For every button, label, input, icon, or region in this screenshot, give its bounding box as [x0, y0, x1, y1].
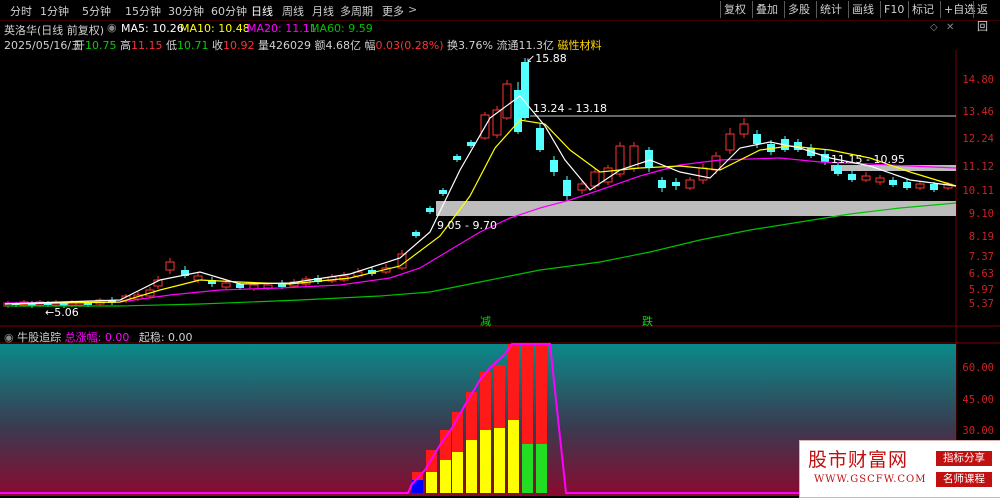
candle-body [698, 167, 708, 181]
candle-body [725, 133, 735, 151]
candle-body [889, 180, 897, 185]
total-gain-label: 总涨幅: [64, 331, 102, 344]
price-tick-label: 13.46 [962, 106, 994, 118]
candle-body [412, 232, 420, 236]
candle-body [439, 190, 447, 194]
indicator-bar-yellow [466, 440, 477, 493]
price-tick-label: 10.11 [962, 185, 994, 197]
mid-band-label: 11.15 - 10.95 [831, 153, 905, 166]
candle-body [193, 275, 203, 281]
candle-body [645, 150, 653, 168]
upper-band-label: 13.24 - 13.18 [533, 102, 607, 115]
indicator-header: ◉ 牛股追踪 总涨幅: 0.00 起稳: 0.00 [4, 329, 193, 345]
candle-body [753, 134, 761, 144]
candle-body [861, 175, 871, 181]
peak-price-value: 15.88 [535, 52, 567, 65]
indicator-bar-green [522, 444, 533, 493]
indicator-bar-red [522, 344, 533, 444]
candle-body [658, 180, 666, 188]
candle-body [521, 62, 529, 118]
kline-chart [0, 50, 1000, 496]
candle-body [711, 155, 721, 171]
candle-body [563, 180, 571, 196]
candle-body [263, 284, 273, 289]
indicator-tick-label: 45.00 [962, 394, 994, 406]
start-value: 0.00 [168, 331, 193, 344]
price-tick-label: 7.37 [968, 251, 994, 263]
start-label: 起稳: [138, 331, 165, 344]
candle-body [536, 128, 544, 150]
candle-body [685, 179, 695, 189]
indicator-bar-green [536, 444, 547, 493]
candle-body [848, 174, 856, 180]
indicator-tick-label: 60.00 [962, 362, 994, 374]
indicator-bar-yellow [452, 452, 463, 493]
indicator-tick-label: 30.00 [962, 425, 994, 437]
indicator-bar-red [440, 430, 451, 460]
price-tick-label: 6.63 [968, 268, 994, 280]
indicator-bar-yellow [480, 430, 491, 493]
candle-body [739, 123, 749, 135]
candle-body [915, 183, 925, 189]
watermark-tag-indicator[interactable]: 指标分享 [936, 451, 992, 466]
price-tick-label: 8.19 [968, 231, 994, 243]
price-tick-label: 11.12 [962, 161, 994, 173]
indicator-settings-icon[interactable]: ◉ [4, 331, 14, 344]
watermark-title: 股市财富网 [808, 449, 909, 471]
watermark-tag-course[interactable]: 名师课程 [936, 472, 992, 487]
candle-body [875, 177, 885, 183]
watermark-url: WWW.GSCFW.COM [814, 474, 927, 485]
indicator-bar-yellow [426, 472, 437, 493]
candle-body [834, 166, 842, 174]
candle-body [453, 156, 461, 160]
candle-body [930, 184, 938, 190]
indicator-bar-yellow [494, 428, 505, 493]
signal-fall: 跌 [642, 315, 653, 328]
candle-body [502, 83, 512, 119]
candle-body [672, 182, 680, 186]
low-price-value: 5.06 [54, 306, 79, 319]
site-watermark: 股市财富网 WWW.GSCFW.COM 指标分享 名师课程 [799, 440, 1000, 498]
price-tick-label: 12.24 [962, 133, 994, 145]
candles [3, 58, 953, 308]
indicator-bar-yellow [508, 420, 519, 493]
peak-price-label: ↙15.88 [526, 52, 567, 65]
candle-body [550, 160, 558, 172]
low-price-label: ←5.06 [45, 306, 79, 319]
candle-body [492, 109, 502, 136]
candle-body [903, 182, 911, 188]
price-tick-label: 5.97 [968, 284, 994, 296]
signal-reduce: 减 [480, 315, 491, 328]
indicator-bar-red [508, 344, 519, 420]
indicator-bar-yellow [440, 460, 451, 493]
total-gain-value: 0.00 [104, 331, 130, 344]
indicator-bar-red [494, 365, 505, 428]
candle-body [577, 183, 587, 191]
support-band [436, 201, 956, 216]
candle-body [221, 282, 231, 288]
candle-body [426, 208, 434, 212]
lower-band-label: 9.05 - 9.70 [437, 219, 497, 232]
candle-body [590, 171, 600, 187]
indicator-bar-red [480, 372, 491, 430]
price-tick-label: 9.10 [968, 208, 994, 220]
price-tick-label: 5.37 [968, 298, 994, 310]
candle-body [165, 261, 175, 271]
indicator-name: 牛股追踪 [17, 331, 62, 344]
indicator-bar-red [536, 344, 547, 444]
price-tick-label: 14.80 [962, 74, 994, 86]
